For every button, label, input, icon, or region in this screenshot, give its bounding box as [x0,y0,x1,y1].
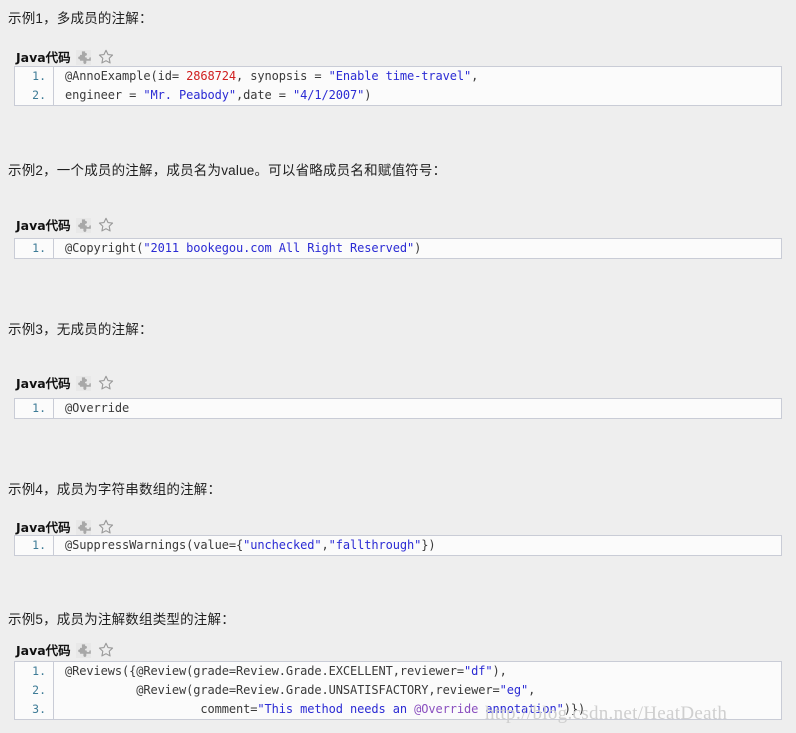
line-number: 1. [32,69,46,83]
code-header-label: Java代码 [16,217,71,233]
code-block-5[interactable]: 1. @Reviews({@Review(grade=Review.Grade.… [14,661,782,720]
code-token-ann: @Override [414,702,479,716]
line-number: 1. [32,538,46,552]
code-token-plain: )}) [563,702,586,716]
star-outline-icon[interactable] [98,217,114,233]
code-token-plain: @Review(grade=Review.Grade.UNSATISFACTOR… [65,683,500,697]
code-line: 2. @Review(grade=Review.Grade.UNSATISFAC… [15,681,781,700]
code-token-str: "fallthrough" [328,538,422,552]
code-token-plain: @Copyright( [65,241,144,255]
code-token-plain: @AnnoExample(id= [65,69,187,83]
line-number: 1. [32,401,46,415]
code-token-str: "df" [463,664,493,678]
section-caption: 示例3，无成员的注解： [8,322,153,337]
puzzle-piece-icon[interactable] [75,519,91,535]
section-caption: 示例1，多成员的注解： [8,11,153,26]
line-number: 2. [32,88,46,102]
section-caption: 示例2，一个成员的注解，成员名为value。可以省略成员名和赋值符号： [8,163,447,178]
code-line: 1. @Reviews({@Review(grade=Review.Grade.… [15,662,781,681]
code-token-plain: @Override [65,401,130,415]
code-token-plain: ) [364,88,372,102]
star-outline-icon[interactable] [98,375,114,391]
line-number: 2. [32,683,46,697]
code-token-plain: , [471,69,479,83]
code-token-plain: ), [492,664,507,678]
line-number: 1. [32,664,46,678]
section-caption: 示例5，成员为注解数组类型的注解： [8,612,235,627]
code-text: @Reviews({@Review(grade=Review.Grade.EXC… [54,662,507,681]
code-header-4: Java代码 [0,516,114,536]
star-outline-icon[interactable] [98,642,114,658]
example-section-4: 示例4，成员为字符串数组的注解： [0,481,796,499]
code-text: @Review(grade=Review.Grade.UNSATISFACTOR… [54,681,535,700]
code-token-plain: ) [414,241,422,255]
code-line: 3. comment="This method needs an @Overri… [15,700,781,719]
code-header-label: Java代码 [16,49,71,65]
code-line: 1. @SuppressWarnings(value={"unchecked",… [15,536,781,555]
code-token-plain: }) [421,538,436,552]
code-block-3[interactable]: 1. @Override [14,398,782,419]
code-token-str: "This method needs an [257,702,415,716]
line-number: 3. [32,702,46,716]
code-line: 1. @Override [15,399,781,418]
code-token-plain: @SuppressWarnings(value={ [65,538,244,552]
code-header-label: Java代码 [16,642,71,658]
code-token-plain: , [321,538,329,552]
section-caption: 示例4，成员为字符串数组的注解： [8,482,222,497]
code-text: @SuppressWarnings(value={"unchecked","fa… [54,536,436,555]
code-token-plain: , synopsis = [236,69,329,83]
code-text: engineer = "Mr. Peabody",date = "4/1/200… [54,86,371,105]
code-block-2[interactable]: 1. @Copyright("2011 bookegou.com All Rig… [14,238,782,259]
code-token-num: 2868724 [186,69,236,83]
puzzle-piece-icon[interactable] [75,217,91,233]
code-header-label: Java代码 [16,519,71,535]
code-token-str: "2011 bookegou.com All Right Reserved" [143,241,415,255]
code-token-str: "eg" [499,683,529,697]
code-text: @Override [54,399,129,418]
star-outline-icon[interactable] [98,519,114,535]
example-section-2: 示例2，一个成员的注解，成员名为value。可以省略成员名和赋值符号： [0,162,796,180]
code-text: @Copyright("2011 bookegou.com All Right … [54,239,421,258]
example-section-5: 示例5，成员为注解数组类型的注解： [0,611,796,629]
puzzle-piece-icon[interactable] [75,375,91,391]
puzzle-piece-icon[interactable] [75,49,91,65]
code-token-plain: @Reviews({@Review(grade=Review.Grade.EXC… [65,664,464,678]
code-block-1[interactable]: 1. @AnnoExample(id= 2868724, synopsis = … [14,66,782,106]
code-token-str: "4/1/2007" [293,88,365,102]
code-text: comment="This method needs an @Override … [54,700,585,719]
article-page: 示例1，多成员的注解： Java代码 1. @AnnoExample(id= 2… [0,0,796,733]
code-token-plain: , [528,683,536,697]
code-header-2: Java代码 [0,214,114,234]
code-token-plain: ,date = [236,88,293,102]
line-number: 1. [32,241,46,255]
code-token-plain: engineer = [65,88,144,102]
example-section-3: 示例3，无成员的注解： [0,321,796,339]
example-section-1: 示例1，多成员的注解： [0,10,796,28]
puzzle-piece-icon[interactable] [75,642,91,658]
code-text: @AnnoExample(id= 2868724, synopsis = "En… [54,67,478,86]
code-header-5: Java代码 [0,639,114,659]
code-header-label: Java代码 [16,375,71,391]
code-line: 1. @AnnoExample(id= 2868724, synopsis = … [15,67,781,86]
code-token-plain: comment= [65,702,258,716]
code-header-1: Java代码 [0,46,114,66]
code-token-str: "unchecked" [243,538,322,552]
code-token-str: annotation" [478,702,564,716]
code-line: 2. engineer = "Mr. Peabody",date = "4/1/… [15,86,781,105]
code-header-3: Java代码 [0,372,114,392]
code-line: 1. @Copyright("2011 bookegou.com All Rig… [15,239,781,258]
code-block-4[interactable]: 1. @SuppressWarnings(value={"unchecked",… [14,535,782,556]
code-token-str: "Mr. Peabody" [143,88,236,102]
star-outline-icon[interactable] [98,49,114,65]
code-token-str: "Enable time-travel" [328,69,472,83]
